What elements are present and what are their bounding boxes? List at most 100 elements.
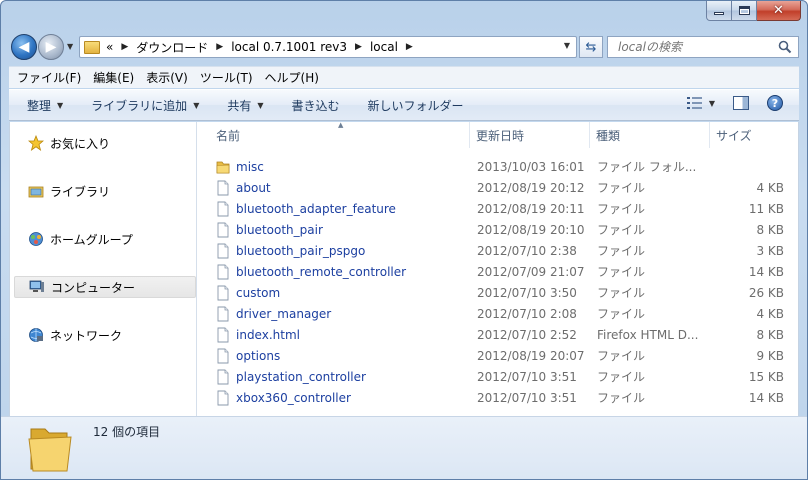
address-dropdown-icon[interactable]: ▼ [564,41,570,50]
menu-edit[interactable]: 編集(E) [93,69,134,86]
file-name: bluetooth_pair [236,222,323,237]
file-name: bluetooth_adapter_feature [236,201,396,216]
file-name-cell[interactable]: about [216,177,466,198]
file-size: 26 KB [748,285,784,300]
views-icon[interactable] [686,96,703,110]
back-arrow-icon: ◀ [18,39,30,55]
chevron-right-icon[interactable]: ▶ [121,42,128,52]
file-name-cell[interactable]: bluetooth_adapter_feature [216,198,466,219]
file-name: custom [236,285,281,300]
file-row[interactable]: bluetooth_adapter_feature 2012/08/19 20:1… [198,198,798,219]
file-row[interactable]: about 2012/08/19 20:12 ファイル 4 KB [198,177,798,198]
file-row[interactable]: bluetooth_pair 2012/08/19 20:10 ファイル 8 KB [198,219,798,240]
file-date: 2013/10/03 16:01 [477,159,585,174]
file-date: 2012/08/19 20:07 [477,348,585,363]
column-header-date[interactable]: 更新日時 [470,122,590,148]
file-row[interactable]: custom 2012/07/10 3:50 ファイル 26 KB [198,282,798,303]
file-row[interactable]: bluetooth_pair_pspgo 2012/07/10 2:38 ファイル 3… [198,240,798,261]
file-list: misc 2013/10/03 16:01 ファイル フォル... about 2012… [198,156,798,408]
search-input[interactable] [618,40,768,54]
forward-button[interactable]: ▶ [38,34,64,60]
organize-label: 整理 [27,98,52,113]
file-size: 4 KB [756,306,784,321]
menu-tools[interactable]: ツール(T) [200,69,253,86]
file-row[interactable]: misc 2013/10/03 16:01 ファイル フォル... [198,156,798,177]
chevron-right-icon[interactable]: ▶ [216,42,223,52]
file-type: ファイル [597,370,646,384]
file-name-cell[interactable]: bluetooth_pair [216,219,466,240]
file-type: ファイル [597,391,646,405]
minimize-icon [714,12,724,15]
help-icon[interactable]: ? [767,95,783,111]
file-name-cell[interactable]: custom [216,282,466,303]
column-header-name[interactable]: 名前 [210,122,470,148]
address-bar[interactable]: « ▶ ダウンロード ▶ local 0.7.1001 rev3 ▶ local… [79,36,577,58]
file-type: ファイル [597,202,646,216]
file-row[interactable]: xbox360_controller 2012/07/10 3:51 ファイル 14 … [198,387,798,408]
file-row[interactable]: playstation_controller 2012/07/10 3:51 ファイ… [198,366,798,387]
maximize-button[interactable] [732,1,757,21]
search-box[interactable] [607,36,799,58]
breadcrumb-overflow[interactable]: « [106,40,113,54]
burn-button[interactable]: 書き込む [292,97,340,114]
refresh-button[interactable]: ⇆ [579,36,603,58]
file-row[interactable]: index.html 2012/07/10 2:52 Firefox HTML D.… [198,324,798,345]
file-name-cell[interactable]: playstation_controller [216,366,466,387]
file-name-cell[interactable]: xbox360_controller [216,387,466,408]
sidebar-item-label: お気に入り [50,136,111,151]
menu-view[interactable]: 表示(V) [146,69,188,86]
new-folder-button[interactable]: 新しいフォルダー [368,97,464,114]
menu-bar: ファイル(F) 編集(E) 表示(V) ツール(T) ヘルプ(H) [9,66,799,88]
file-row[interactable]: bluetooth_remote_controller 2012/07/09 21… [198,261,798,282]
file-name-cell[interactable]: options [216,345,466,366]
sidebar-item-label: ネットワーク [50,328,123,343]
folder-icon [28,428,72,472]
chevron-right-icon[interactable]: ▶ [406,42,413,52]
file-name: misc [236,159,264,174]
file-size: 4 KB [756,180,784,195]
file-name: xbox360_controller [236,390,351,405]
recent-pages-dropdown[interactable]: ▼ [67,42,73,51]
back-button[interactable]: ◀ [11,34,37,60]
sidebar-item-libraries[interactable]: ライブラリ [14,180,196,202]
file-name-cell[interactable]: index.html [216,324,466,345]
column-header-type[interactable]: 種類 [590,122,710,148]
share-button[interactable]: 共有 ▼ [227,97,263,114]
file-type: ファイル [597,181,646,195]
command-bar: 整理 ▼ ライブラリに追加 ▼ 共有 ▼ 書き込む 新しいフォルダー ▼ ? [9,89,799,121]
file-name-cell[interactable]: driver_manager [216,303,466,324]
column-header-size[interactable]: サイズ [710,122,790,148]
file-icon [217,327,229,342]
chevron-right-icon[interactable]: ▶ [355,42,362,52]
sidebar-item-computer[interactable]: コンピューター [14,276,196,298]
file-name-cell[interactable]: misc [216,156,466,177]
main-area: お気に入り ライブラリ ホームグループ コンピューター ネットワーク ▲ 名前 … [9,121,799,416]
close-button[interactable]: ✕ [757,1,801,21]
menu-file[interactable]: ファイル(F) [17,69,81,86]
file-size: 15 KB [748,369,784,384]
file-row[interactable]: options 2012/08/19 20:07 ファイル 9 KB [198,345,798,366]
preview-pane-icon[interactable] [733,96,749,110]
menu-help[interactable]: ヘルプ(H) [265,69,319,86]
sidebar-item-homegroup[interactable]: ホームグループ [14,228,196,250]
file-row[interactable]: driver_manager 2012/07/10 2:08 ファイル 4 KB [198,303,798,324]
sidebar-item-network[interactable]: ネットワーク [14,324,196,346]
breadcrumb-local-version[interactable]: local 0.7.1001 rev3 [231,40,347,54]
file-name: playstation_controller [236,369,366,384]
minimize-button[interactable] [706,1,732,21]
search-icon[interactable] [778,40,792,54]
column-label: サイズ [716,128,752,143]
sidebar-item-favorites[interactable]: お気に入り [14,132,196,154]
add-to-library-button[interactable]: ライブラリに追加 ▼ [91,97,199,114]
view-controls: ▼ ? [686,95,783,111]
views-dropdown-icon[interactable]: ▼ [709,99,715,108]
organize-button[interactable]: 整理 ▼ [27,97,63,114]
file-type: ファイル [597,349,646,363]
breadcrumb-local[interactable]: local [370,40,398,54]
breadcrumb-downloads[interactable]: ダウンロード [136,39,208,56]
folder-icon [216,161,230,173]
chevron-down-icon: ▼ [193,100,200,110]
file-type: ファイル [597,307,646,321]
file-name-cell[interactable]: bluetooth_remote_controller [216,261,466,282]
file-name-cell[interactable]: bluetooth_pair_pspgo [216,240,466,261]
